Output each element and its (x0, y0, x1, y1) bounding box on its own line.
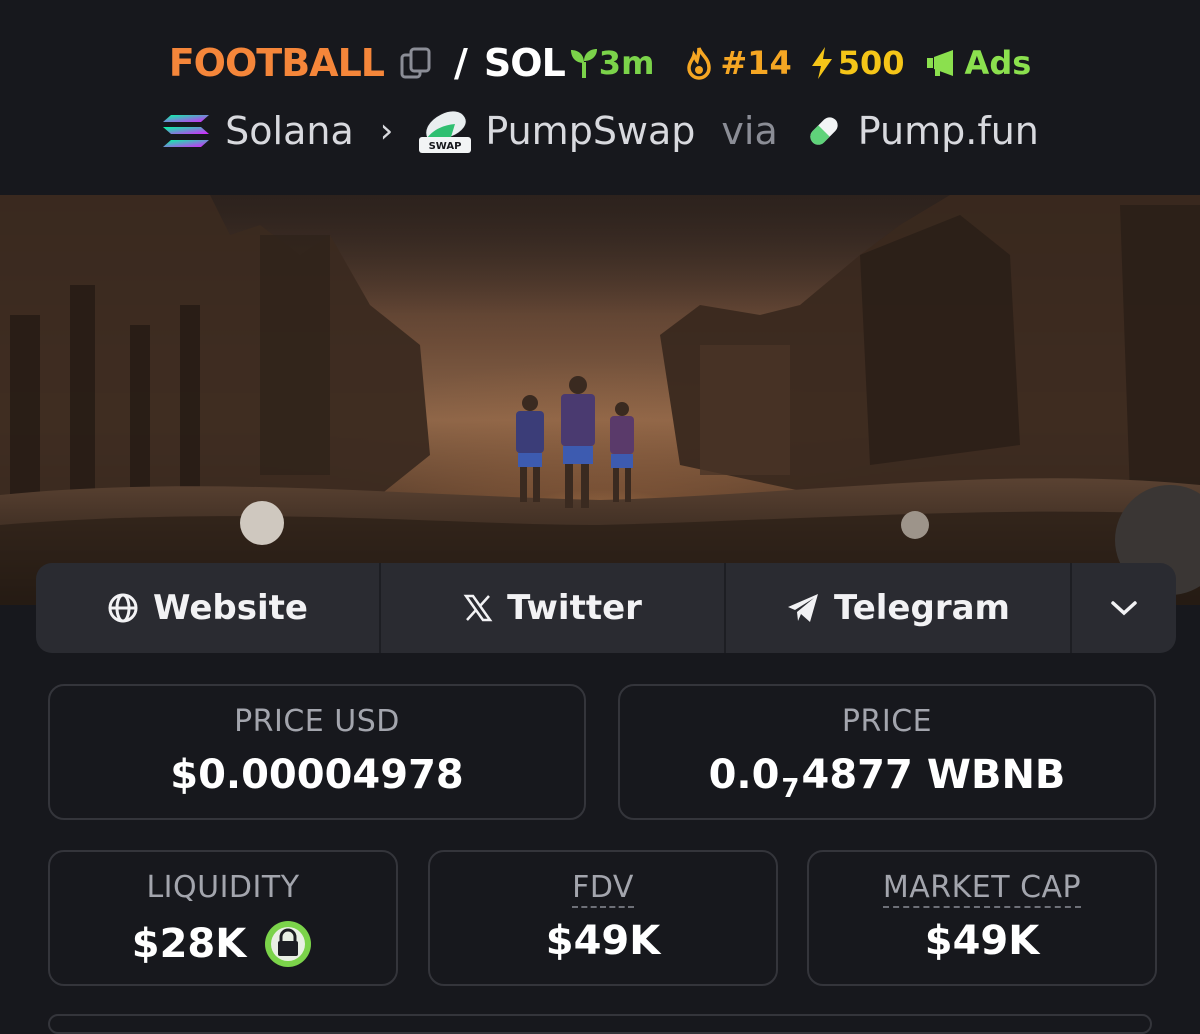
x-logo-icon (463, 594, 493, 622)
pair-title-row: FOOTBALL / SOL 3m #14 500 Ads (0, 36, 1200, 90)
telegram-icon (788, 594, 819, 622)
price-native-card: PRICE 0.0 7 4877 WBNB (618, 684, 1156, 820)
twitter-button[interactable]: Twitter (381, 563, 726, 653)
more-links-dropdown[interactable] (1072, 563, 1176, 653)
copy-icon[interactable] (400, 47, 432, 79)
market-cap-value: $49K (924, 918, 1040, 964)
pill-icon (804, 111, 844, 151)
price-native-digits: 4877 (801, 752, 913, 798)
token-banner-image (0, 195, 1200, 605)
price-native-label: PRICE (841, 704, 933, 739)
via-label: via (721, 109, 778, 153)
boost-count[interactable]: 500 (810, 44, 905, 82)
price-native-value: 0.0 7 4877 WBNB (620, 752, 1154, 804)
ads-link[interactable]: Ads (925, 44, 1032, 82)
breadcrumb: Solana › SWAP PumpSwap via Pump.fun (0, 104, 1200, 158)
price-usd-value: $0.00004978 (170, 752, 464, 798)
sprout-icon (570, 49, 597, 78)
pair-age: 3m (569, 44, 655, 82)
megaphone-icon (926, 50, 953, 76)
twitter-label: Twitter (507, 588, 642, 628)
fire-icon (687, 47, 712, 80)
lock-icon[interactable] (262, 918, 314, 970)
price-native-prefix: 0.0 (708, 752, 780, 798)
website-label: Website (153, 588, 308, 628)
liquidity-label: LIQUIDITY (146, 870, 300, 905)
liquidity-value: $28K (131, 921, 247, 967)
pair-header: FOOTBALL / SOL 3m #14 500 Ads Solana › S… (0, 0, 1200, 195)
fdv-card: FDV $49K (428, 850, 778, 986)
social-links-bar: Website Twitter Telegram (36, 563, 1176, 653)
trending-rank-value: #14 (720, 44, 792, 82)
next-section-edge (48, 1014, 1152, 1034)
quote-token-symbol: SOL (483, 41, 566, 85)
trending-rank[interactable]: #14 (684, 44, 792, 82)
pumpswap-badge-text: SWAP (429, 141, 462, 152)
liquidity-card: LIQUIDITY $28K (48, 850, 398, 986)
boost-count-value: 500 (837, 44, 905, 82)
market-cap-label[interactable]: MARKET CAP (882, 870, 1082, 908)
fdv-value: $49K (545, 918, 661, 964)
pair-separator: / (454, 41, 468, 85)
fdv-label[interactable]: FDV (572, 870, 634, 908)
breadcrumb-dex[interactable]: PumpSwap (485, 109, 695, 153)
telegram-button[interactable]: Telegram (726, 563, 1072, 653)
globe-icon (108, 593, 138, 623)
chevron-down-icon (1111, 601, 1137, 616)
chevron-right-icon: › (379, 111, 394, 151)
market-cap-card: MARKET CAP $49K (807, 850, 1157, 986)
website-button[interactable]: Website (36, 563, 381, 653)
price-native-zero-count: 7 (781, 774, 800, 804)
price-usd-card: PRICE USD $0.00004978 (48, 684, 586, 820)
ads-label: Ads (964, 44, 1032, 82)
price-usd-label: PRICE USD (234, 704, 400, 739)
lightning-icon (811, 47, 832, 79)
pair-age-value: 3m (598, 44, 655, 82)
price-native-unit: WBNB (926, 752, 1066, 798)
solana-icon (161, 111, 211, 151)
telegram-label: Telegram (834, 588, 1010, 628)
breadcrumb-launchpad[interactable]: Pump.fun (858, 109, 1039, 153)
breadcrumb-chain[interactable]: Solana (225, 109, 354, 153)
liquidity-value-row: $28K (50, 918, 396, 970)
base-token-symbol: FOOTBALL (168, 41, 385, 85)
pumpswap-icon: SWAP (419, 108, 472, 154)
